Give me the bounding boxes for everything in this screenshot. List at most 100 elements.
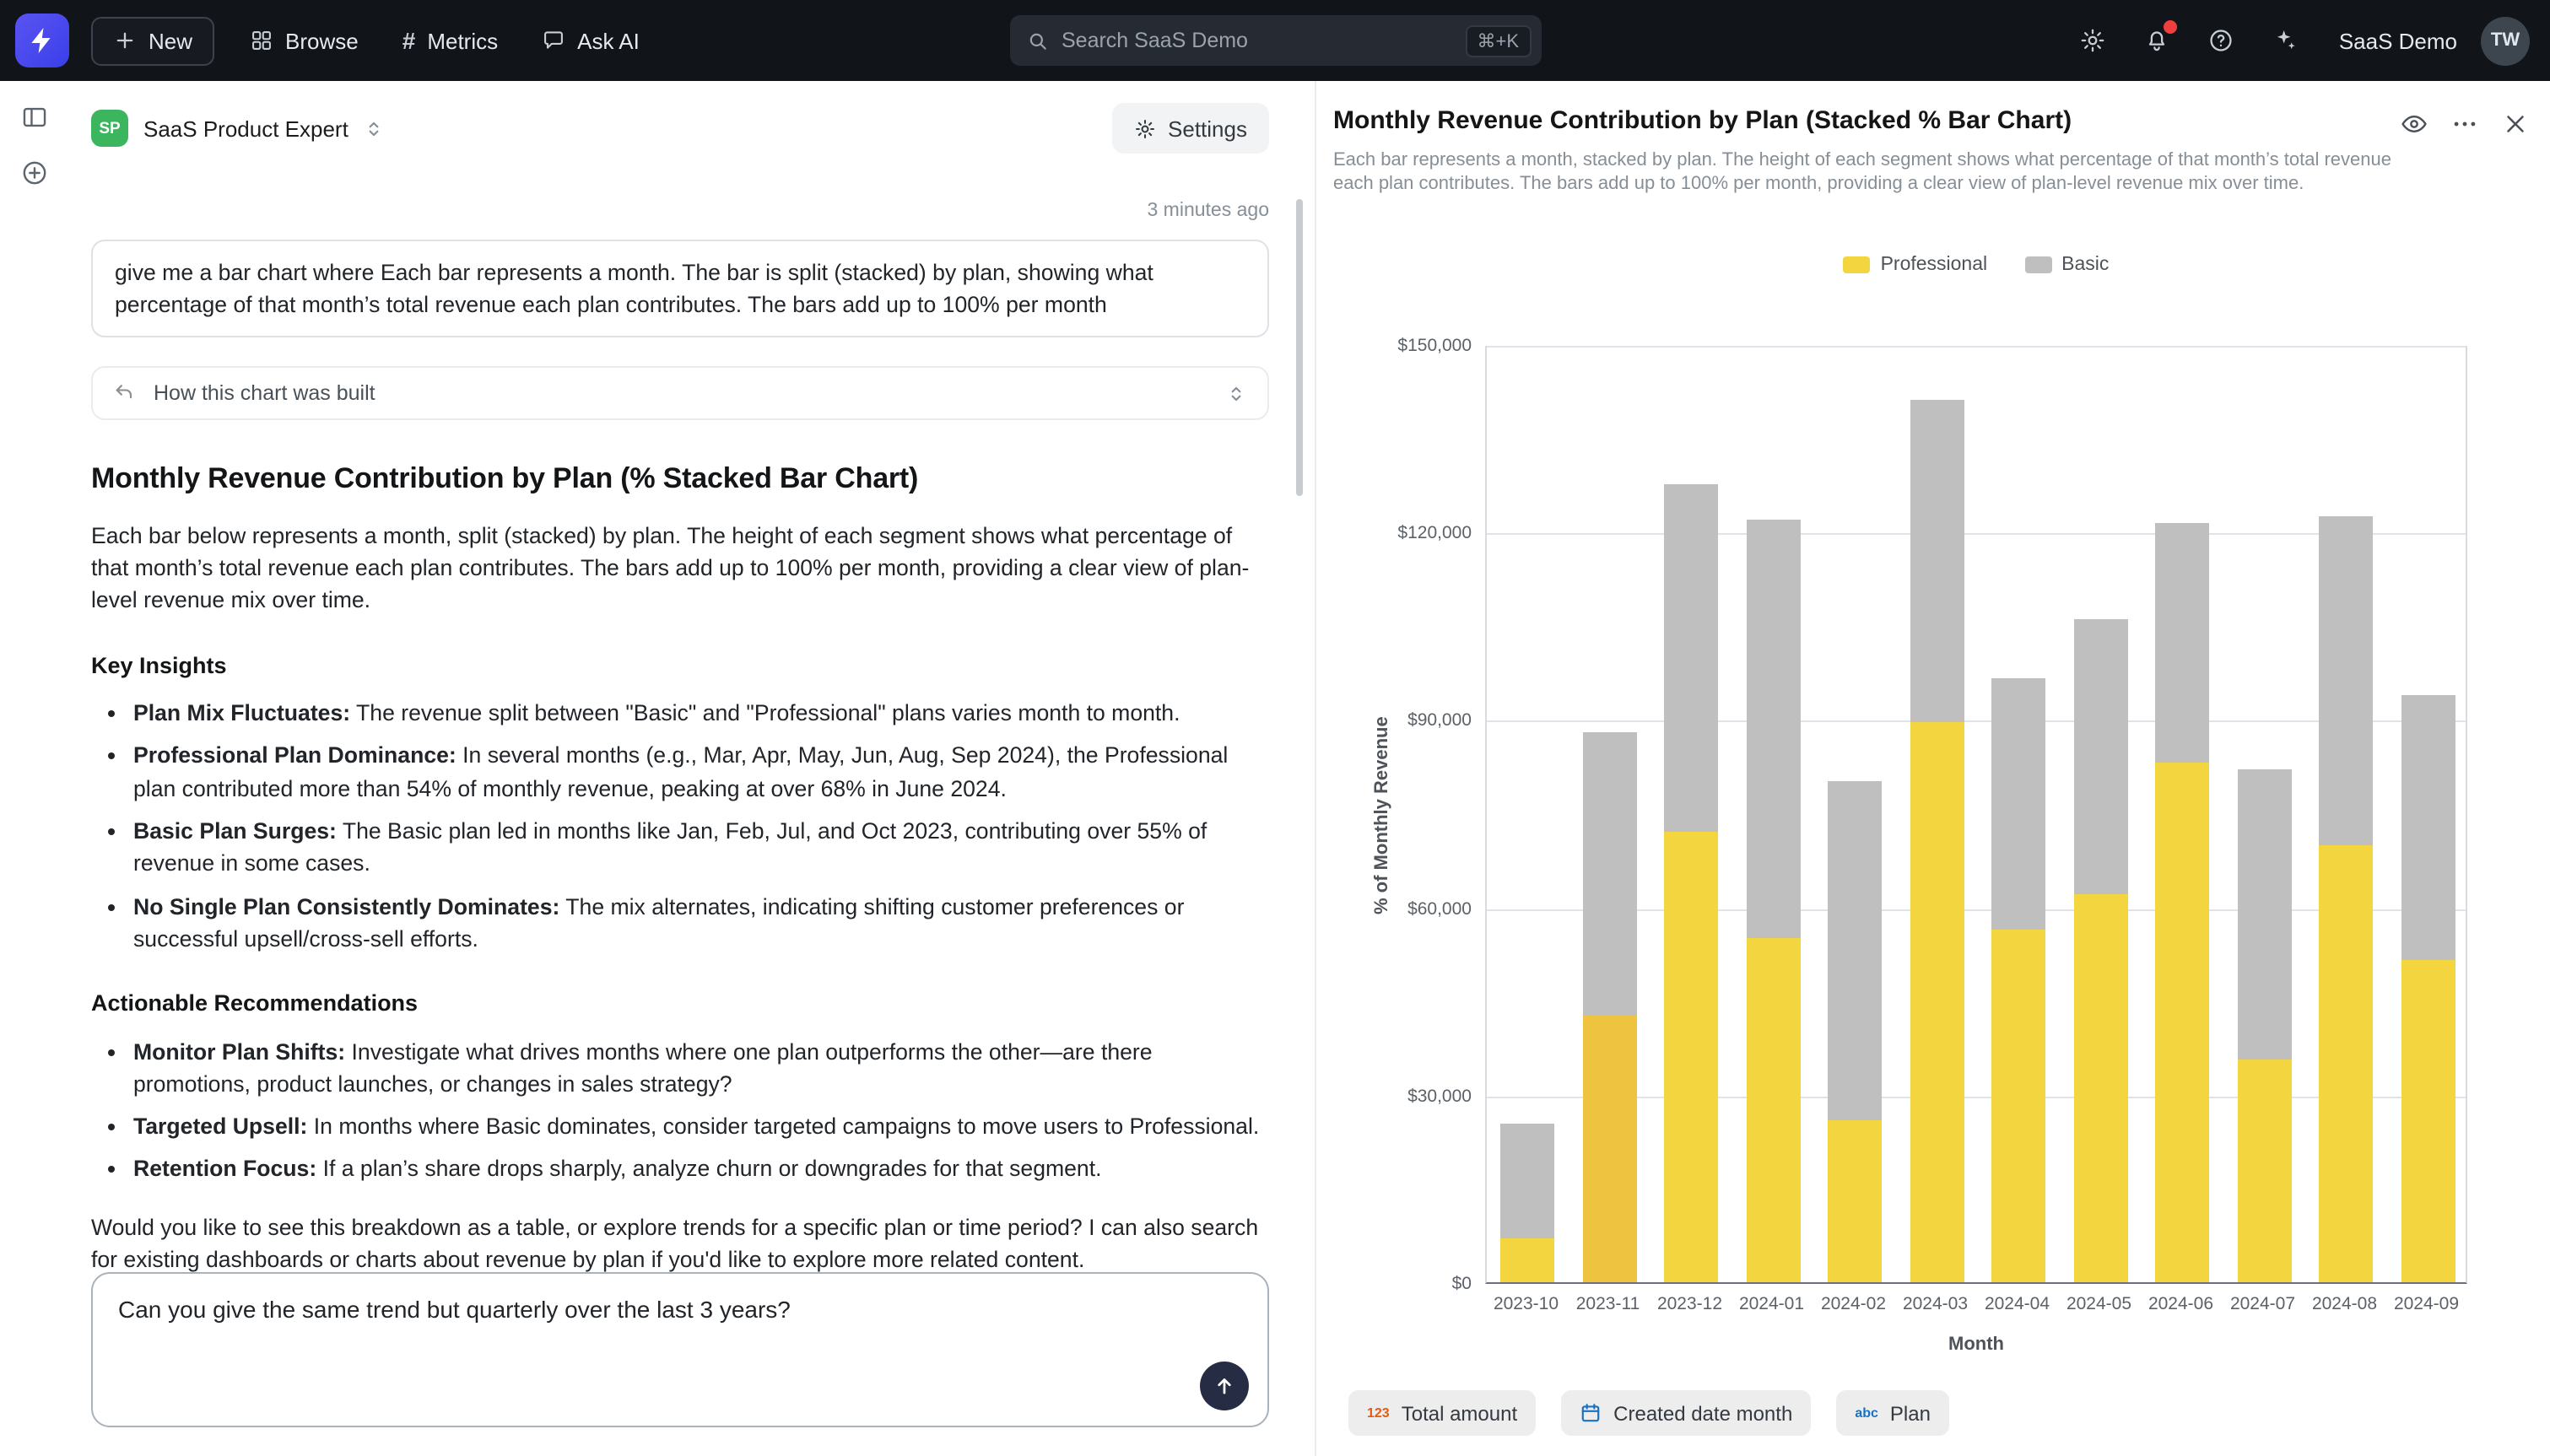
field-chip-plan[interactable]: abcPlan	[1836, 1390, 1949, 1436]
field-chip-created-date-month[interactable]: Created date month	[1561, 1390, 1811, 1436]
settings-gear-button[interactable]	[2069, 16, 2118, 65]
grid-icon	[250, 29, 273, 52]
x-tick-label: 2023-10	[1494, 1294, 1559, 1314]
field-chip-label: Total amount	[1402, 1401, 1517, 1425]
send-button[interactable]	[1200, 1362, 1249, 1410]
bar-segment-basic-2024-07[interactable]	[2238, 769, 2292, 1060]
legend-swatch	[2024, 256, 2051, 273]
bar-segment-basic-2024-02[interactable]	[1829, 782, 1883, 1119]
bullet-item: Basic Plan Surges: The Basic plan led in…	[133, 815, 1269, 880]
nav-ask-ai[interactable]: Ask AI	[520, 0, 662, 81]
view-chart-button[interactable]	[2393, 103, 2435, 145]
agent-name: SaaS Product Expert	[143, 116, 348, 141]
y-tick-label: $120,000	[1316, 523, 1472, 543]
bar-segment-basic-2023-12[interactable]	[1665, 485, 1719, 832]
legend-label: Basic	[2061, 255, 2109, 275]
x-tick-label: 2023-12	[1657, 1294, 1722, 1314]
nav-ask-ai-label: Ask AI	[577, 28, 640, 53]
how-chart-built-toggle[interactable]: How this chart was built	[91, 366, 1269, 420]
field-chip-label: Created date month	[1613, 1401, 1792, 1425]
chat-message-area: 3 minutes ago give me a bar chart where …	[91, 175, 1269, 1272]
y-tick-label: $30,000	[1316, 1087, 1472, 1107]
ellipsis-icon	[2450, 110, 2479, 138]
calendar-icon	[1580, 1402, 1602, 1424]
eye-icon	[2400, 110, 2428, 138]
bar-segment-basic-2024-09[interactable]	[2401, 694, 2455, 960]
bar-segment-professional-2024-01[interactable]	[1747, 938, 1801, 1282]
field-chip-total-amount[interactable]: 123 Total amount	[1348, 1390, 1536, 1436]
x-tick-label: 2024-03	[1903, 1294, 1968, 1314]
bar-segment-professional-2023-11[interactable]	[1583, 1017, 1637, 1282]
chat-header: SP SaaS Product Expert Settings	[68, 81, 1315, 175]
chat-scrollbar[interactable]	[1296, 199, 1303, 496]
bar-segment-professional-2024-07[interactable]	[2238, 1060, 2292, 1282]
bar-segment-professional-2023-10[interactable]	[1501, 1238, 1555, 1282]
bar-segment-professional-2024-02[interactable]	[1829, 1119, 1883, 1282]
help-button[interactable]	[2197, 16, 2246, 65]
legend-item-basic[interactable]: Basic	[2024, 255, 2109, 275]
legend-swatch	[1844, 256, 1871, 273]
bar-segment-professional-2024-06[interactable]	[2156, 763, 2210, 1282]
sparkles-icon	[2272, 27, 2299, 54]
bar-segment-basic-2024-08[interactable]	[2320, 516, 2374, 844]
bar-segment-professional-2023-12[interactable]	[1665, 832, 1719, 1282]
number-field-icon: 123	[1367, 1405, 1390, 1421]
user-avatar[interactable]: TW	[2481, 16, 2530, 65]
chevron-up-down-icon	[1225, 382, 1247, 404]
recommendations-list: Monitor Plan Shifts: Investigate what dr…	[91, 1035, 1269, 1185]
more-options-button[interactable]	[2444, 103, 2486, 145]
string-field-icon: abc	[1855, 1405, 1878, 1421]
toggle-sidebar-button[interactable]	[12, 94, 56, 138]
top-nav-bar: New Browse # Metrics Ask AI Search SaaS …	[0, 0, 2550, 81]
app-logo[interactable]	[15, 13, 69, 67]
recommendations-heading: Actionable Recommendations	[91, 987, 1269, 1020]
user-message-card: give me a bar chart where Each bar repre…	[91, 239, 1269, 337]
global-search[interactable]: Search SaaS Demo ⌘+K	[1009, 15, 1541, 66]
answer-closing: Would you like to see this breakdown as …	[91, 1211, 1269, 1272]
bullet-item: Plan Mix Fluctuates: The revenue split b…	[133, 697, 1269, 730]
chat-panel: SP SaaS Product Expert Settings 3 minute…	[68, 81, 1315, 1456]
bar-segment-professional-2024-05[interactable]	[2074, 894, 2128, 1282]
x-tick-label: 2024-05	[2066, 1294, 2131, 1314]
nav-browse[interactable]: Browse	[228, 0, 381, 81]
bar-segment-basic-2024-01[interactable]	[1747, 520, 1801, 939]
agent-selector[interactable]: SP SaaS Product Expert	[91, 110, 386, 147]
chart-plot	[1485, 346, 2467, 1284]
legend-label: Professional	[1881, 255, 1988, 275]
left-icon-strip	[0, 81, 68, 1456]
bullet-item: Targeted Upsell: In months where Basic d…	[133, 1110, 1269, 1143]
ai-sparkles-button[interactable]	[2261, 16, 2310, 65]
gridline	[1487, 346, 2466, 348]
bullet-item: Monitor Plan Shifts: Investigate what dr…	[133, 1035, 1269, 1100]
bar-segment-professional-2024-08[interactable]	[2320, 844, 2374, 1282]
new-button[interactable]: New	[91, 16, 214, 65]
bar-segment-basic-2024-06[interactable]	[2156, 522, 2210, 763]
chart-panel-description: Each bar represents a month, stacked by …	[1333, 148, 2427, 197]
bar-segment-professional-2024-04[interactable]	[1992, 929, 2046, 1282]
close-panel-button[interactable]	[2494, 103, 2536, 145]
bar-segment-professional-2024-03[interactable]	[1910, 723, 1964, 1282]
bar-segment-basic-2024-03[interactable]	[1910, 401, 1964, 723]
chat-input[interactable]: Can you give the same trend but quarterl…	[93, 1274, 1267, 1426]
workspace-name[interactable]: SaaS Demo	[2339, 28, 2457, 53]
agent-settings-button[interactable]: Settings	[1112, 103, 1269, 154]
sidebar-panel-icon	[19, 102, 48, 131]
nav-metrics-label: Metrics	[427, 28, 498, 53]
arrow-up-icon	[1212, 1373, 1237, 1399]
notification-dot	[2164, 19, 2177, 33]
bar-segment-basic-2024-05[interactable]	[2074, 619, 2128, 894]
bar-segment-basic-2023-11[interactable]	[1583, 732, 1637, 1017]
plus-circle-icon	[19, 158, 48, 186]
nav-metrics[interactable]: # Metrics	[381, 0, 520, 81]
bar-segment-basic-2023-10[interactable]	[1501, 1123, 1555, 1238]
x-tick-label: 2024-08	[2312, 1294, 2377, 1314]
bar-segment-basic-2024-04[interactable]	[1992, 679, 2046, 930]
bar-segment-professional-2024-09[interactable]	[2401, 960, 2455, 1282]
x-tick-label: 2024-07	[2230, 1294, 2295, 1314]
search-icon	[1026, 30, 1048, 51]
notifications-button[interactable]	[2133, 16, 2182, 65]
chart-panel: Monthly Revenue Contribution by Plan (St…	[1315, 81, 2550, 1456]
legend-item-professional[interactable]: Professional	[1844, 255, 1988, 275]
field-chips: 123 Total amount Created date month abcPlan	[1348, 1390, 1949, 1436]
new-thread-button[interactable]	[12, 150, 56, 194]
